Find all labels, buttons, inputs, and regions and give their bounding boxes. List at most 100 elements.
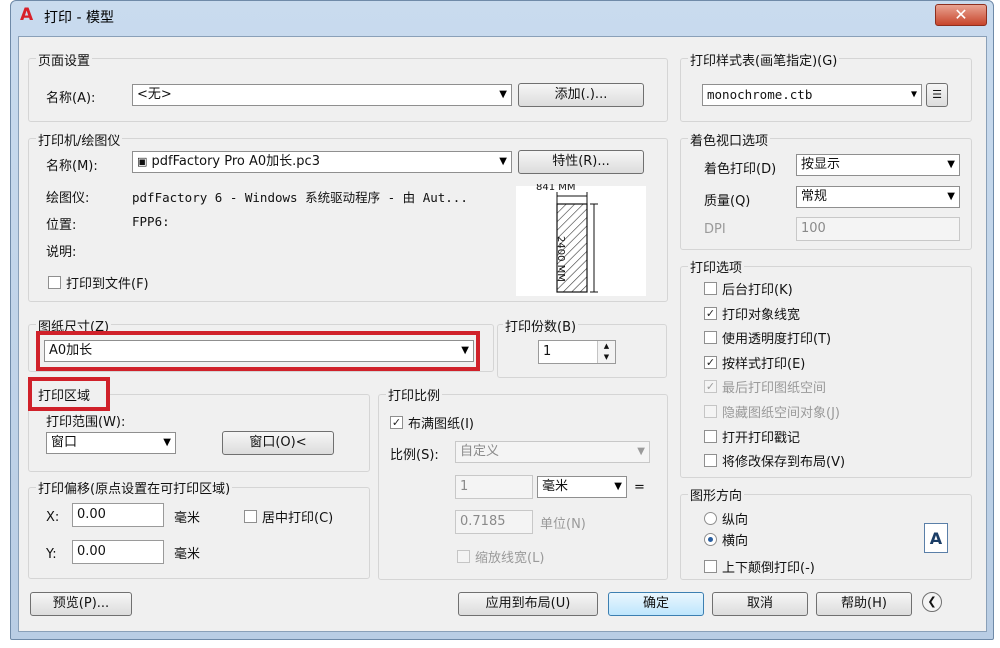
preview-button[interactable]: 预览(P)... bbox=[30, 592, 132, 616]
landscape-radio[interactable] bbox=[704, 533, 717, 546]
description-label: 说明: bbox=[46, 245, 77, 260]
chevron-down-icon: ▼ bbox=[499, 89, 507, 100]
upside-down-label: 上下颠倒打印(-) bbox=[722, 561, 815, 576]
paper-size-value: A0加长 bbox=[49, 343, 93, 358]
plot-range-label: 打印范围(W): bbox=[46, 415, 126, 430]
help-button[interactable]: 帮助(H) bbox=[816, 592, 912, 616]
portrait-radio[interactable] bbox=[704, 512, 717, 525]
collapse-options-button[interactable]: ❮ bbox=[922, 592, 942, 612]
quality-value: 常规 bbox=[801, 189, 828, 204]
scale-combo[interactable]: 自定义 ▼ bbox=[455, 441, 650, 463]
plotter-value: pdfFactory 6 - Windows 系统驱动程序 - 由 Aut... bbox=[132, 190, 468, 205]
chevron-down-icon: ▼ bbox=[499, 156, 507, 167]
scale-equals: = bbox=[634, 480, 645, 495]
scale-value: 自定义 bbox=[460, 444, 500, 459]
center-plot-checkbox[interactable] bbox=[244, 510, 257, 523]
close-button[interactable]: ✕ bbox=[935, 4, 987, 26]
printer-name-combo[interactable]: ▣ pdfFactory Pro A0加长.pc3 ▼ bbox=[132, 151, 512, 173]
offset-y-unit: 毫米 bbox=[174, 547, 201, 562]
portrait-label: 纵向 bbox=[722, 513, 749, 528]
plot-style-title: 打印样式表(画笔指定)(G) bbox=[688, 50, 840, 69]
print-to-file-checkbox[interactable] bbox=[48, 276, 61, 289]
plot-option-checkbox[interactable] bbox=[704, 331, 717, 345]
scale-unit-combo[interactable]: 毫米 ▼ bbox=[537, 476, 627, 498]
plot-option-label: 使用透明度打印(T) bbox=[722, 332, 832, 348]
plot-offset-title: 打印偏移(原点设置在可打印区域) bbox=[36, 478, 233, 497]
offset-x-unit: 毫米 bbox=[174, 511, 201, 526]
page-setup-name-combo[interactable]: <无> ▼ bbox=[132, 84, 512, 106]
chevron-down-icon: ▼ bbox=[910, 89, 917, 100]
autocad-logo-icon: A bbox=[20, 5, 34, 25]
orientation-title: 图形方向 bbox=[688, 485, 745, 504]
window-title: 打印 - 模型 bbox=[44, 10, 114, 26]
add-page-setup-button[interactable]: 添加(.)... bbox=[518, 83, 644, 107]
plot-area-title: 打印区域 bbox=[36, 385, 93, 404]
preview-width-label: 841 MM bbox=[536, 184, 576, 193]
plot-option-label: 按样式打印(E) bbox=[722, 356, 806, 372]
shade-plot-value: 按显示 bbox=[801, 157, 841, 172]
ok-button[interactable]: 确定 bbox=[608, 592, 704, 616]
scale-lineweights-checkbox[interactable] bbox=[457, 550, 470, 563]
plot-style-edit-button[interactable]: ☰ bbox=[926, 83, 948, 107]
plot-option-checkbox[interactable]: ✓ bbox=[704, 355, 717, 369]
printer-properties-button[interactable]: 特性(R)... bbox=[518, 150, 644, 174]
chevron-down-icon: ▼ bbox=[947, 191, 955, 202]
scale-label: 比例(S): bbox=[390, 448, 439, 463]
fit-to-paper-label: 布满图纸(I) bbox=[408, 417, 474, 432]
printer-name-value: pdfFactory Pro A0加长.pc3 bbox=[151, 154, 320, 169]
location-label: 位置: bbox=[46, 218, 77, 233]
plot-style-value: monochrome.ctb bbox=[707, 87, 813, 102]
paper-size-combo[interactable]: A0加长 ▼ bbox=[44, 340, 474, 362]
offset-y-label: Y: bbox=[46, 547, 57, 562]
spin-down-icon[interactable]: ▼ bbox=[598, 352, 615, 363]
offset-y-input[interactable]: 0.00 bbox=[72, 540, 164, 564]
orientation-preview-icon: A bbox=[924, 523, 948, 553]
plot-option-label: 后台打印(K) bbox=[722, 283, 793, 298]
apply-to-layout-button[interactable]: 应用到布局(U) bbox=[458, 592, 598, 616]
plot-option-checkbox[interactable] bbox=[704, 282, 717, 295]
printer-name-label: 名称(M): bbox=[46, 159, 98, 174]
printer-icon: ▣ bbox=[137, 155, 148, 168]
plot-offset-group bbox=[28, 487, 370, 579]
plot-option-checkbox[interactable] bbox=[704, 454, 717, 468]
chevron-down-icon: ▼ bbox=[163, 437, 171, 448]
plot-style-combo[interactable]: monochrome.ctb ▼ bbox=[702, 84, 922, 106]
paper-preview bbox=[516, 186, 646, 296]
fit-to-paper-checkbox[interactable]: ✓ bbox=[390, 416, 403, 429]
offset-x-input[interactable]: 0.00 bbox=[72, 503, 164, 527]
cancel-button[interactable]: 取消 bbox=[712, 592, 808, 616]
copies-title: 打印份数(B) bbox=[503, 316, 579, 335]
scale-value2-input[interactable]: 0.7185 bbox=[455, 510, 533, 534]
spin-up-icon[interactable]: ▲ bbox=[598, 341, 615, 352]
scale-unit-label: 单位(N) bbox=[540, 517, 586, 532]
shade-plot-combo[interactable]: 按显示 ▼ bbox=[796, 154, 960, 176]
center-plot-label: 居中打印(C) bbox=[262, 511, 334, 526]
plot-option-checkbox[interactable] bbox=[704, 405, 717, 418]
chevron-down-icon: ▼ bbox=[614, 481, 622, 492]
shaded-viewport-title: 着色视口选项 bbox=[688, 130, 771, 149]
chevron-down-icon: ▼ bbox=[637, 446, 645, 457]
printer-title: 打印机/绘图仪 bbox=[36, 130, 123, 149]
quality-combo[interactable]: 常规 ▼ bbox=[796, 186, 960, 208]
scale-lineweights-label: 缩放线宽(L) bbox=[475, 551, 545, 566]
plot-option-checkbox[interactable]: ✓ bbox=[704, 380, 717, 394]
plot-range-combo[interactable]: 窗口 ▼ bbox=[46, 432, 176, 454]
plot-option-checkbox[interactable] bbox=[704, 429, 717, 443]
dpi-label: DPI bbox=[704, 222, 726, 237]
plot-option-label: 打印对象线宽 bbox=[722, 307, 801, 323]
plot-options-title: 打印选项 bbox=[688, 257, 745, 276]
plot-option-label: 打开打印戳记 bbox=[722, 430, 801, 446]
shade-plot-label: 着色打印(D) bbox=[704, 162, 777, 177]
print-to-file-label: 打印到文件(F) bbox=[66, 277, 149, 292]
plot-scale-title: 打印比例 bbox=[386, 385, 443, 404]
copies-spinner[interactable]: ▲ ▼ bbox=[597, 341, 615, 363]
plotter-label: 绘图仪: bbox=[46, 191, 90, 206]
chevron-down-icon: ▼ bbox=[947, 159, 955, 170]
upside-down-checkbox[interactable] bbox=[704, 560, 717, 573]
plot-option-checkbox[interactable]: ✓ bbox=[704, 306, 717, 320]
scale-value1-input[interactable]: 1 bbox=[455, 475, 533, 499]
landscape-label: 横向 bbox=[722, 534, 749, 549]
plot-range-value: 窗口 bbox=[51, 435, 78, 450]
dpi-input[interactable]: 100 bbox=[796, 217, 960, 241]
window-pick-button[interactable]: 窗口(O)< bbox=[222, 431, 334, 455]
